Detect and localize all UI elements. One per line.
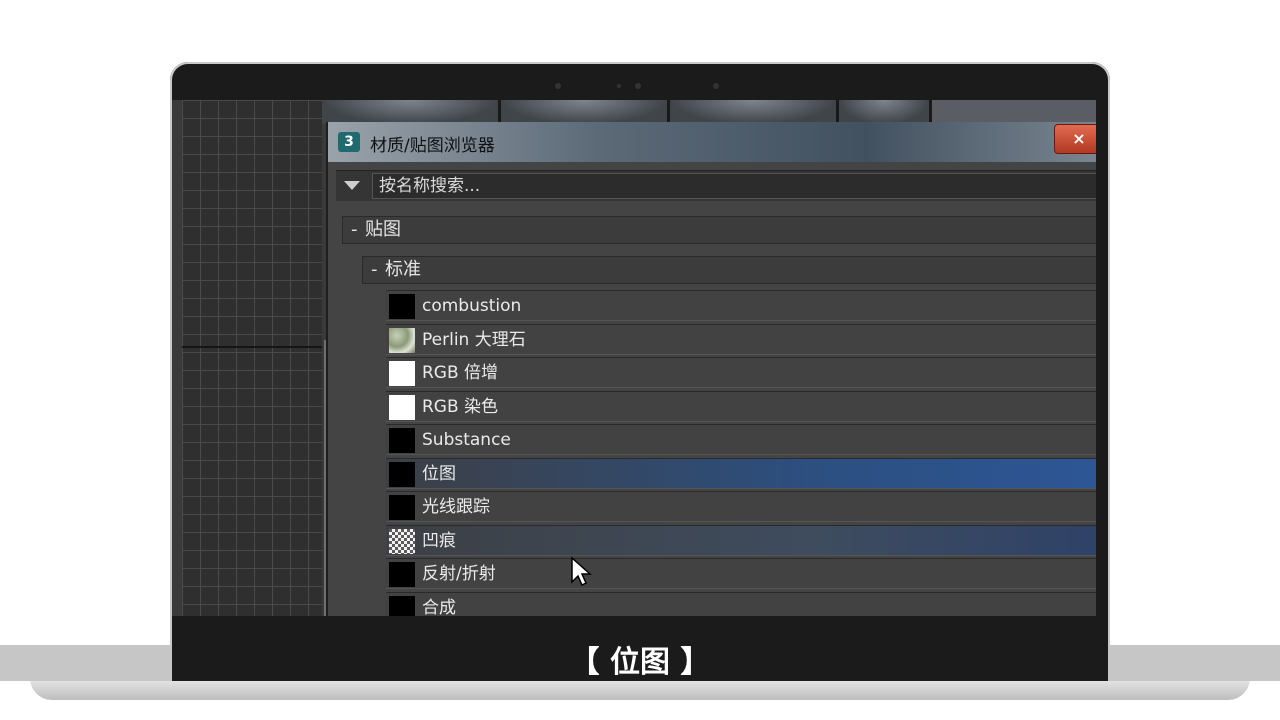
map-name: 光线跟踪 (422, 497, 490, 517)
group-standard-header[interactable]: - 标准 (362, 256, 1096, 284)
laptop-base (30, 678, 1250, 700)
map-list-item[interactable]: RGB 倍增 (386, 357, 1096, 388)
map-name: Substance (422, 430, 511, 450)
map-list-item[interactable]: 合成 (386, 591, 1096, 617)
filter-dropdown-icon[interactable] (344, 181, 360, 190)
map-name: 反射/折射 (422, 564, 496, 584)
map-name: 合成 (422, 597, 456, 617)
mouse-pointer-icon (571, 556, 592, 587)
map-name: combustion (422, 296, 522, 316)
webcam-led-icon (617, 84, 621, 88)
map-swatch (389, 361, 415, 386)
dialog-titlebar[interactable]: 3 材质/贴图浏览器 × (328, 122, 1096, 162)
caption-text: 【 位图 】 (569, 645, 711, 680)
map-swatch (389, 428, 415, 453)
collapse-icon[interactable]: - (371, 257, 378, 283)
webcam-sensor-icon (555, 83, 561, 89)
group-standard-label: 标准 (385, 259, 421, 280)
map-list-item[interactable]: 光线跟踪 (386, 491, 1096, 522)
material-map-browser-dialog: 3 材质/贴图浏览器 × 按名称搜索... - 贴图 - 标准 combusti… (326, 122, 1096, 616)
webcam-bar (555, 76, 725, 98)
group-maps-header[interactable]: - 贴图 (342, 216, 1096, 244)
search-input[interactable]: 按名称搜索... (372, 173, 1096, 199)
material-slot[interactable] (501, 100, 670, 124)
map-swatch (389, 562, 415, 587)
map-swatch (389, 595, 415, 616)
map-swatch (389, 394, 415, 420)
screen: 3 材质/贴图浏览器 × 按名称搜索... - 贴图 - 标准 combusti… (172, 100, 1096, 616)
map-list-item[interactable]: RGB 染色 (386, 390, 1096, 422)
map-swatch (389, 461, 415, 487)
search-row: 按名称搜索... (336, 170, 1096, 201)
material-slot[interactable] (670, 100, 839, 124)
webcam-lens-icon (635, 83, 641, 89)
map-list-item[interactable]: Perlin 大理石 (386, 323, 1096, 355)
map-name: 位图 (422, 463, 456, 484)
map-name: RGB 倍增 (422, 363, 499, 383)
material-slot[interactable] (839, 100, 932, 124)
collapse-icon[interactable]: - (351, 217, 358, 243)
map-swatch (389, 495, 415, 520)
map-name: Perlin 大理石 (422, 329, 526, 350)
viewport-divider (182, 346, 322, 348)
map-list-item[interactable]: 反射/折射 (386, 558, 1096, 589)
group-maps-label: 贴图 (365, 219, 401, 240)
map-name: RGB 染色 (422, 396, 499, 417)
map-swatch (389, 294, 415, 319)
close-button[interactable]: × (1054, 124, 1096, 154)
material-slots (322, 100, 1096, 124)
map-list-item[interactable]: 凹痕 (386, 524, 1096, 556)
map-swatch (389, 327, 415, 353)
map-list-item[interactable]: combustion (386, 290, 1096, 321)
map-name: 凹痕 (422, 530, 456, 551)
3ds-max-icon: 3 (338, 132, 360, 152)
webcam-sensor-icon (713, 83, 719, 89)
viewport-grid[interactable] (182, 100, 322, 616)
map-list-item[interactable]: 位图 (386, 457, 1096, 489)
material-slot[interactable] (322, 100, 501, 124)
dialog-title: 材质/贴图浏览器 (370, 136, 495, 156)
map-list-item[interactable]: Substance (386, 424, 1096, 455)
map-swatch (389, 528, 415, 554)
